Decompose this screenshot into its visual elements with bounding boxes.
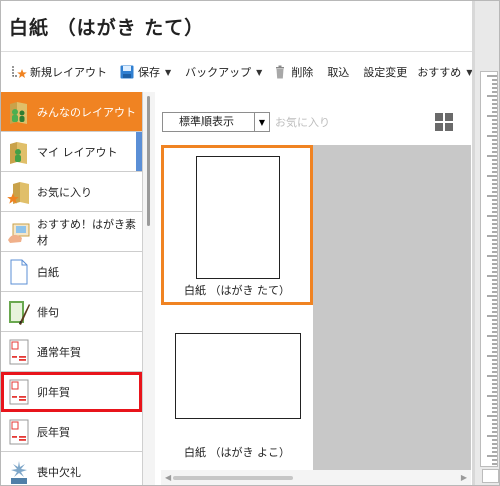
template-panel: 標準順表示 ▼ お気に入り 白紙 （はがき たて） 白紙 （はがき よこ） ◀ …	[156, 92, 472, 485]
sidebar-item-label: 卯年賀	[37, 385, 70, 399]
ruler-panel	[475, 1, 499, 485]
dragon-year-card-icon	[7, 418, 31, 446]
sidebar-item-label: 俳句	[37, 305, 59, 319]
import-button[interactable]: 取込	[323, 60, 353, 84]
landscape-postcard-preview	[175, 333, 301, 419]
scrollbar-thumb[interactable]	[147, 96, 150, 226]
blank-page-icon	[7, 258, 31, 286]
ruler-ticks	[487, 75, 497, 465]
toolbar: 新規レイアウト 保存 ▼ バックアップ ▼ 削除 取込 設定変更 おすすめ ▼	[1, 51, 473, 92]
scroll-left-icon[interactable]: ◀	[165, 473, 171, 482]
scroll-right-icon[interactable]: ▶	[461, 473, 467, 482]
sidebar-item-community-layouts[interactable]: みんなのレイアウト	[1, 92, 142, 132]
category-tab-marker	[136, 92, 142, 131]
gallery-horizontal-scrollbar[interactable]: ◀ ▶	[161, 470, 471, 485]
sidebar-item-rabbit-year-card[interactable]: 卯年賀	[1, 372, 142, 412]
delete-icon	[272, 64, 288, 80]
category-list: みんなのレイアウト マイ レイアウト お気に入り おすすめ！はがき素材 白紙 俳…	[1, 92, 143, 486]
window-title: 白紙 （はがき たて）	[9, 17, 205, 39]
settings-change-button[interactable]: 設定変更	[359, 60, 411, 84]
sidebar-item-my-layouts[interactable]: マイ レイアウト	[1, 132, 142, 172]
grid-cell	[435, 113, 443, 121]
recommended-material-icon	[7, 218, 31, 246]
sidebar-item-label: 通常年賀	[37, 345, 81, 359]
sidebar-item-label: マイ レイアウト	[37, 145, 118, 159]
sidebar-item-label: みんなのレイアウト	[37, 105, 136, 119]
sidebar-item-haiku[interactable]: 俳句	[1, 292, 142, 332]
backup-button[interactable]: バックアップ ▼	[181, 60, 266, 84]
template-tile-landscape[interactable]: 白紙 （はがき よこ）	[161, 305, 313, 470]
template-caption: 白紙 （はがき たて）	[184, 284, 290, 297]
new-layout-button[interactable]: 新規レイアウト	[7, 60, 111, 84]
sidebar-item-recommended-materials[interactable]: おすすめ！はがき素材	[1, 212, 142, 252]
sidebar-item-dragon-year-card[interactable]: 辰年賀	[1, 412, 142, 452]
portrait-postcard-preview	[196, 156, 280, 279]
template-caption: 白紙 （はがき よこ）	[184, 446, 290, 459]
grid-cell	[435, 123, 443, 131]
sidebar-item-new-year-card[interactable]: 通常年賀	[1, 332, 142, 372]
haiku-icon	[7, 298, 31, 326]
save-icon	[119, 64, 135, 80]
grid-view-icon[interactable]	[435, 113, 453, 131]
recommended-menu-button[interactable]: おすすめ ▼	[413, 60, 476, 84]
vertical-ruler	[480, 71, 498, 467]
sort-order-value: 標準順表示	[179, 115, 234, 128]
import-label: 取込	[327, 66, 350, 79]
grid-cell	[445, 113, 453, 121]
chevron-down-icon[interactable]: ▼	[254, 113, 269, 131]
favorites-icon	[7, 178, 31, 206]
title-bar: 白紙 （はがき たて）	[1, 1, 473, 51]
new-year-card-icon	[7, 338, 31, 366]
sidebar-item-favorites[interactable]: お気に入り	[1, 172, 142, 212]
backup-dropdown-caret[interactable]: ▼	[256, 68, 262, 77]
category-list-scrollbar[interactable]	[143, 92, 155, 485]
community-layout-icon	[7, 98, 31, 126]
sidebar-item-blank[interactable]: 白紙	[1, 252, 142, 292]
new-layout-label: 新規レイアウト	[30, 66, 107, 79]
recommended-menu-label: おすすめ	[417, 66, 462, 79]
app-window: 白紙 （はがき たて） 新規レイアウト 保存 ▼ バックアップ ▼ 削除 取込 …	[0, 0, 500, 486]
template-tile-portrait[interactable]: 白紙 （はがき たて）	[161, 145, 313, 305]
grid-cell	[445, 123, 453, 131]
rabbit-year-card-icon	[7, 378, 31, 406]
sidebar-item-label: 辰年賀	[37, 425, 70, 439]
sidebar-item-mourning-card[interactable]: 喪中欠礼	[1, 452, 142, 486]
sidebar-item-label: おすすめ！はがき素材	[37, 217, 136, 247]
scrollbar-thumb[interactable]	[173, 476, 293, 480]
delete-label: 削除	[291, 66, 314, 79]
new-layout-icon	[11, 64, 27, 80]
sort-order-select[interactable]: 標準順表示 ▼	[162, 112, 270, 132]
ruler-corner-box	[482, 469, 499, 483]
sidebar-item-label: 喪中欠礼	[37, 465, 81, 479]
backup-label: バックアップ	[185, 66, 252, 79]
save-label: 保存	[138, 66, 160, 79]
save-button[interactable]: 保存 ▼	[115, 60, 175, 84]
category-tab-marker	[136, 132, 142, 171]
favorites-filter-link[interactable]: お気に入り	[275, 114, 330, 130]
sidebar-item-label: お気に入り	[37, 185, 92, 199]
my-layout-icon	[7, 138, 31, 166]
delete-button[interactable]: 削除	[268, 60, 317, 84]
template-gallery: 白紙 （はがき たて） 白紙 （はがき よこ）	[161, 145, 471, 470]
save-dropdown-caret[interactable]: ▼	[165, 68, 171, 77]
sidebar-item-label: 白紙	[37, 265, 59, 279]
settings-change-label: 設定変更	[363, 66, 408, 79]
mourning-card-icon	[7, 458, 31, 486]
